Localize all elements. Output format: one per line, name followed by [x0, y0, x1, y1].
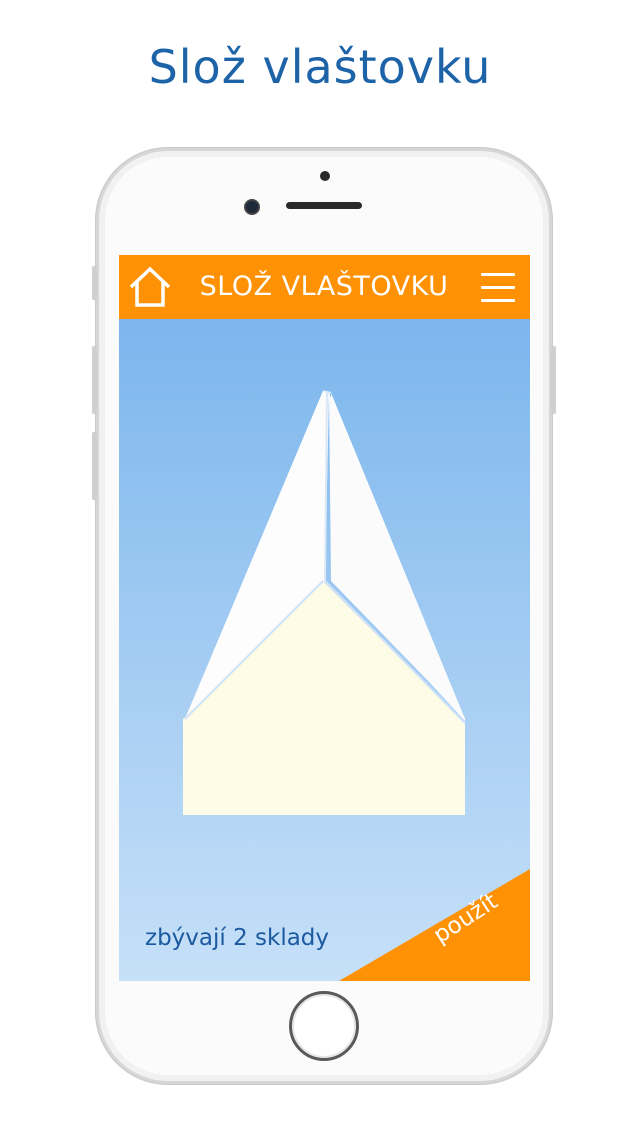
mute-switch: [92, 266, 97, 300]
volume-down-button: [92, 432, 97, 500]
folds-remaining-text: zbývají 2 sklady: [145, 925, 330, 951]
front-camera: [244, 199, 260, 215]
earpiece-speaker: [286, 202, 362, 209]
home-button[interactable]: [289, 991, 359, 1061]
power-button: [551, 346, 556, 414]
volume-up-button: [92, 346, 97, 414]
hamburger-menu-icon[interactable]: [481, 269, 517, 305]
promo-title: Slož vlaštovku: [148, 40, 492, 94]
app-header: SLOŽ VLAŠTOVKU: [119, 255, 530, 319]
proximity-sensor: [320, 171, 330, 181]
page-title: SLOŽ VLAŠTOVKU: [199, 271, 449, 302]
home-icon[interactable]: [127, 265, 173, 309]
app-screen: SLOŽ VLAŠTOVKU zbývají 2 sklady použít: [119, 255, 530, 981]
